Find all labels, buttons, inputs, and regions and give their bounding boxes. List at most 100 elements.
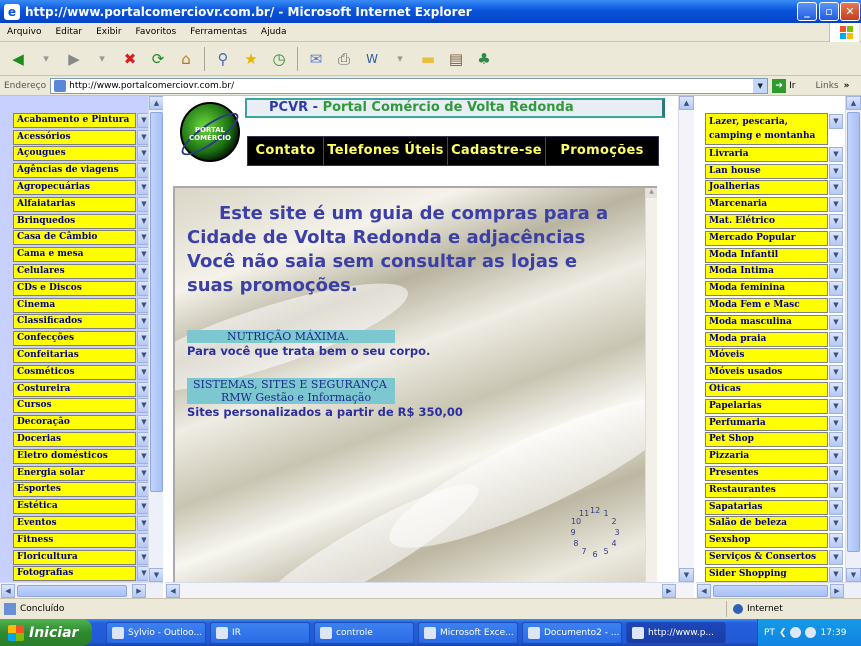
nav-telefones-uteis[interactable]: Telefones Úteis — [324, 137, 448, 165]
category-label[interactable]: Restaurantes — [705, 482, 828, 498]
edit-dropdown-icon[interactable]: ▾ — [388, 47, 412, 71]
category-restaurantes[interactable]: Restaurantes ▼ — [705, 482, 843, 499]
research-icon[interactable]: ▤ — [444, 47, 468, 71]
scroll-thumb[interactable] — [847, 112, 860, 552]
scroll-right-icon[interactable]: ▶ — [662, 584, 676, 598]
chevron-down-icon[interactable]: ▼ — [829, 365, 843, 381]
folder-icon[interactable]: ▬ — [416, 47, 440, 71]
category-label[interactable]: Marcenaria — [705, 197, 828, 213]
category-label[interactable]: Moda masculina — [705, 314, 828, 330]
scroll-up-icon[interactable]: ▲ — [149, 96, 163, 110]
chevron-down-icon[interactable]: ▼ — [829, 197, 843, 213]
category-eletro-domesticos[interactable]: Eletro domésticos ▼ — [13, 448, 151, 465]
left-horizontal-scrollbar[interactable]: ◀ ▶ — [0, 582, 163, 598]
category-agropecuarias[interactable]: Agropecuárias ▼ — [13, 179, 151, 196]
nav-promocoes[interactable]: Promoções — [546, 137, 658, 165]
task-internet-explorer[interactable]: http://www.p... — [626, 621, 726, 644]
category-sapatarias[interactable]: Sapatarias ▼ — [705, 499, 843, 516]
category-joalherias[interactable]: Joalherias ▼ — [705, 180, 843, 197]
category-moda-masculina[interactable]: Moda masculina ▼ — [705, 314, 843, 331]
category-docerias[interactable]: Docerias ▼ — [13, 431, 151, 448]
language-indicator[interactable]: PT — [764, 628, 775, 638]
scroll-thumb[interactable] — [150, 112, 163, 492]
category-costureira[interactable]: Costureira ▼ — [13, 381, 151, 398]
scroll-down-icon[interactable]: ▼ — [846, 568, 861, 582]
scroll-down-icon[interactable]: ▼ — [149, 568, 163, 582]
category-label[interactable]: Acessórios — [13, 129, 136, 145]
category-label[interactable]: Cursos — [13, 398, 136, 414]
address-input[interactable]: http://www.portalcomerciovr.com.br/ ▼ — [50, 77, 769, 94]
category-confeccoes[interactable]: Confecções ▼ — [13, 330, 151, 347]
category-label[interactable]: Lazer, pescaria, camping e montanha — [705, 113, 828, 145]
category-acougues[interactable]: Açougues ▼ — [13, 146, 151, 163]
category-label[interactable]: Fitness — [13, 532, 136, 548]
category-lan-house[interactable]: Lan house ▼ — [705, 163, 843, 180]
scroll-up-icon[interactable]: ▲ — [646, 188, 657, 198]
title-bar[interactable]: e http://www.portalcomerciovr.com.br/ - … — [0, 0, 861, 23]
right-horizontal-scrollbar[interactable]: ◀ ▶ — [696, 582, 861, 598]
category-salao-de-beleza[interactable]: Salão de beleza ▼ — [705, 516, 843, 533]
chevron-down-icon[interactable]: ▼ — [829, 247, 843, 263]
scroll-left-icon[interactable]: ◀ — [697, 584, 711, 598]
category-marcenaria[interactable]: Marcenaria ▼ — [705, 196, 843, 213]
category-acessorios[interactable]: Acessórios ▼ — [13, 129, 151, 146]
menu-ajuda[interactable]: Ajuda — [254, 27, 294, 37]
category-cosmeticos[interactable]: Cosméticos ▼ — [13, 364, 151, 381]
category-mat-eletrico[interactable]: Mat. Elétrico ▼ — [705, 213, 843, 230]
category-label[interactable]: Cama e mesa — [13, 247, 136, 263]
category-energia-solar[interactable]: Energia solar ▼ — [13, 465, 151, 482]
right-vertical-scrollbar[interactable]: ▲ ▼ — [845, 96, 861, 582]
task-ir-folder[interactable]: IR — [210, 621, 310, 644]
minimize-button[interactable]: _ — [797, 2, 817, 21]
category-label[interactable]: Floricultura — [13, 549, 136, 565]
chevron-down-icon[interactable]: ▼ — [829, 432, 843, 448]
history-icon[interactable]: ◷ — [267, 47, 291, 71]
category-label[interactable]: Sexshop — [705, 533, 828, 549]
chevron-down-icon[interactable]: ▼ — [829, 566, 843, 582]
category-label[interactable]: Perfumaria — [705, 415, 828, 431]
category-oticas[interactable]: Óticas ▼ — [705, 381, 843, 398]
category-label[interactable]: Agropecuárias — [13, 180, 136, 196]
home-icon[interactable]: ⌂ — [174, 47, 198, 71]
category-sexshop[interactable]: Sexshop ▼ — [705, 532, 843, 549]
category-label[interactable]: Docerias — [13, 432, 136, 448]
category-livraria[interactable]: Livraria ▼ — [705, 146, 843, 163]
chevron-right-icon[interactable]: » — [844, 81, 850, 91]
promo-nutricao[interactable]: NUTRIÇÃO MÁXIMA. Para você que trata bem… — [187, 330, 430, 358]
chevron-down-icon[interactable]: ▼ — [829, 114, 843, 129]
chevron-down-icon[interactable]: ▼ — [829, 398, 843, 414]
category-label[interactable]: Pet Shop — [705, 432, 828, 448]
category-label[interactable]: Pizzaria — [705, 449, 828, 465]
category-label[interactable]: Joalherias — [705, 180, 828, 196]
category-moda-fem-e-masc[interactable]: Moda Fem e Masc ▼ — [705, 297, 843, 314]
category-mercado-popular[interactable]: Mercado Popular ▼ — [705, 230, 843, 247]
address-url[interactable]: http://www.portalcomerciovr.com.br/ — [69, 81, 234, 91]
category-label[interactable]: Presentes — [705, 466, 828, 482]
security-zone[interactable]: Internet — [726, 601, 783, 617]
chevron-down-icon[interactable]: ▼ — [829, 482, 843, 498]
category-moda-intima[interactable]: Moda Intima ▼ — [705, 264, 843, 281]
center-vertical-scrollbar[interactable]: ▲ ▼ — [678, 96, 694, 582]
category-perfumaria[interactable]: Perfumaria ▼ — [705, 415, 843, 432]
chevron-down-icon[interactable]: ▼ — [829, 230, 843, 246]
category-moveis-usados[interactable]: Móveis usados ▼ — [705, 364, 843, 381]
task-outlook[interactable]: Sylvio - Outloo... — [106, 621, 206, 644]
chevron-down-icon[interactable]: ▼ — [829, 550, 843, 566]
task-excel[interactable]: Microsoft Exce... — [418, 621, 518, 644]
chevron-down-icon[interactable]: ▼ — [829, 533, 843, 549]
category-moveis[interactable]: Móveis ▼ — [705, 348, 843, 365]
category-label[interactable]: Móveis — [705, 348, 828, 364]
scroll-up-icon[interactable]: ▲ — [846, 96, 861, 110]
category-moda-praia[interactable]: Moda praia ▼ — [705, 331, 843, 348]
category-fotografias[interactable]: Fotografias ▼ — [13, 566, 151, 583]
category-label[interactable]: Estética — [13, 499, 136, 515]
refresh-icon[interactable]: ⟳ — [146, 47, 170, 71]
scroll-left-icon[interactable]: ◀ — [1, 584, 15, 598]
category-label[interactable]: Moda Infantil — [705, 247, 828, 263]
volume-icon[interactable] — [805, 627, 817, 638]
stop-icon[interactable]: ✖ — [118, 47, 142, 71]
category-decoracao[interactable]: Decoração ▼ — [13, 414, 151, 431]
promo-subtitle[interactable]: RMW Gestão e Informação — [187, 391, 395, 404]
category-label[interactable]: Sider Shopping — [705, 566, 828, 582]
category-agencias-de-viagens[interactable]: Agências de viagens ▼ — [13, 162, 151, 179]
